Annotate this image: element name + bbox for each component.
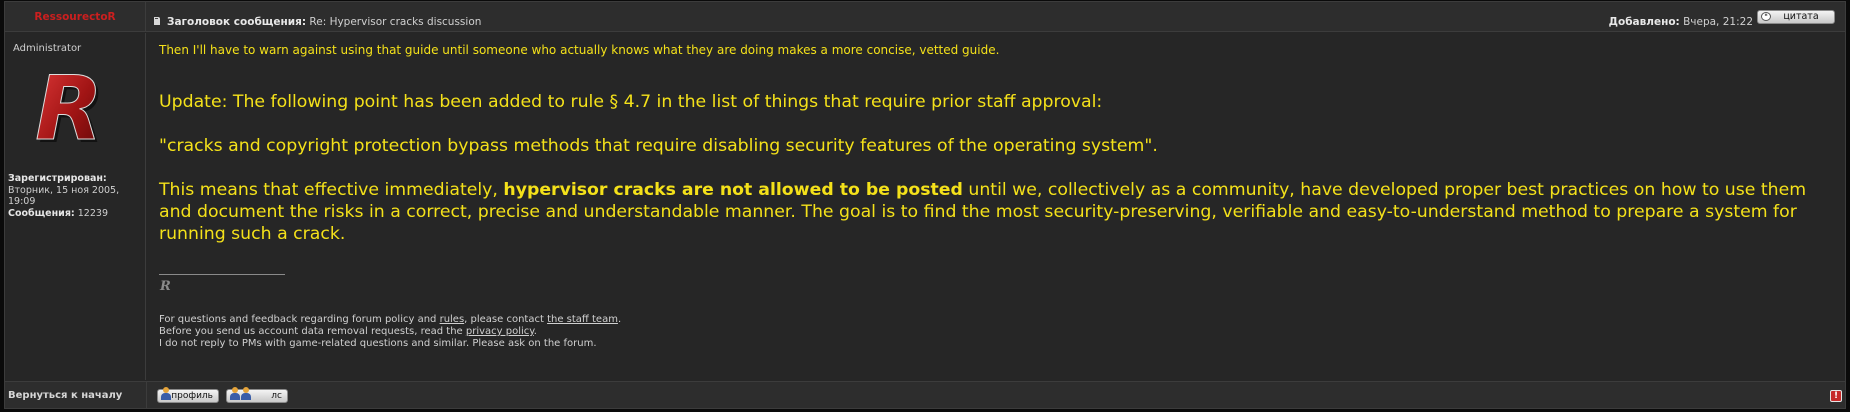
forum-post: RessourectoR Заголовок сообщения: Re: Hy…: [4, 1, 1846, 409]
quote-button[interactable]: ❝ цитата: [1757, 10, 1835, 24]
signature-divider: [159, 274, 285, 275]
profile-icon: [161, 387, 171, 401]
post-body: Then I'll have to warn against using tha…: [147, 33, 1845, 380]
signature-text: For questions and feedback regarding for…: [159, 314, 621, 350]
meaning-bold: hypervisor cracks are not allowed to be …: [503, 180, 963, 200]
report-icon: !: [1833, 391, 1839, 401]
staff-team-link[interactable]: the staff team: [547, 314, 618, 325]
signature-line-2: Before you send us account data removal …: [159, 326, 621, 338]
author-cell: RessourectoR: [5, 2, 146, 32]
footer-divider: [146, 382, 147, 409]
added-label: Добавлено:: [1608, 16, 1680, 28]
privacy-policy-link[interactable]: privacy policy: [466, 326, 534, 337]
post-intro: Then I'll have to warn against using tha…: [159, 43, 1000, 57]
sig-text: For questions and feedback regarding for…: [159, 314, 440, 325]
author-profile: Administrator R R Зарегистрирован: Вторн…: [5, 33, 146, 380]
subject-value: Re: Hypervisor cracks discussion: [309, 16, 482, 28]
subject-label: Заголовок сообщения:: [167, 16, 307, 28]
author-username[interactable]: RessourectoR: [34, 11, 115, 23]
profile-button-label: профиль: [171, 391, 213, 401]
added-value: Вчера, 21:22: [1683, 16, 1753, 28]
author-stats: Зарегистрирован: Вторник, 15 ноя 2005, 1…: [8, 173, 144, 219]
quote-label: цитата: [1783, 11, 1819, 22]
signature-mark: R: [160, 279, 171, 294]
post-update: Update: The following point has been add…: [159, 92, 1103, 112]
post-meaning: This means that effective immediately, h…: [159, 179, 1839, 245]
signature-line-1: For questions and feedback regarding for…: [159, 314, 621, 326]
meaning-start: This means that effective immediately,: [159, 180, 504, 200]
pm-icon: [230, 387, 240, 401]
report-button[interactable]: !: [1830, 390, 1842, 402]
post-icon: [154, 17, 160, 25]
pm-button[interactable]: лс: [226, 387, 288, 403]
sig-text: .: [617, 314, 622, 325]
rules-link[interactable]: rules: [440, 314, 465, 325]
post-subject: Заголовок сообщения: Re: Hypervisor crac…: [167, 16, 481, 28]
pm-button-label: лс: [271, 391, 282, 401]
sig-text: , please contact: [464, 314, 548, 325]
author-rank: Administrator: [13, 43, 82, 54]
post-date: Добавлено: Вчера, 21:22: [1609, 16, 1753, 28]
post-header: RessourectoR Заголовок сообщения: Re: Hy…: [5, 2, 1845, 32]
sig-text: Before you send us account data removal …: [159, 326, 466, 337]
sig-text: .: [533, 326, 537, 337]
registered-value: Вторник, 15 ноя 2005, 19:09: [8, 184, 120, 208]
avatar-letter: R: [35, 65, 103, 149]
pm-icon-2: [241, 387, 251, 401]
signature-line-3: I do not reply to PMs with game-related …: [159, 338, 597, 349]
registered-label: Зарегистрирован:: [8, 173, 107, 184]
posts-label: Сообщения:: [8, 207, 75, 219]
back-to-top-link[interactable]: Вернуться к началу: [8, 390, 122, 401]
post-footer: Вернуться к началу профиль лс !: [5, 381, 1845, 409]
avatar: R R: [35, 65, 106, 149]
profile-button[interactable]: профиль: [157, 387, 219, 403]
post-rule-quote: "cracks and copyright protection bypass …: [159, 136, 1158, 156]
posts-count: 12239: [77, 207, 108, 219]
quote-icon: ❝: [1761, 12, 1771, 21]
